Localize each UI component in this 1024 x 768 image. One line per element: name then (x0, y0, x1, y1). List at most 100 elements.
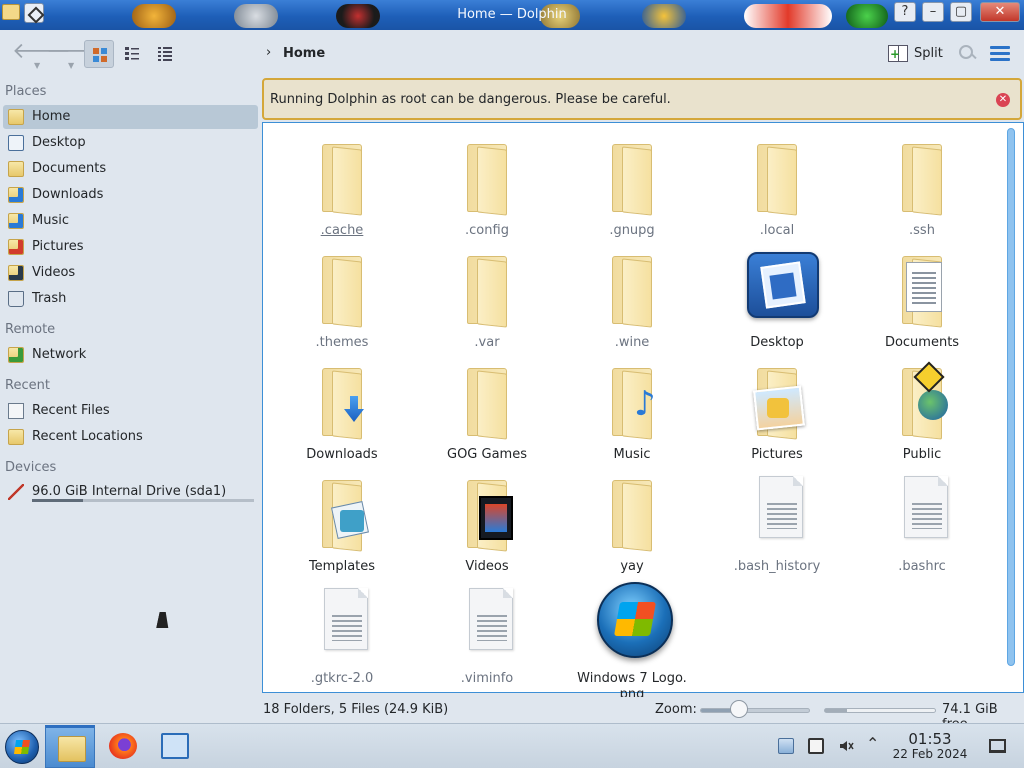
search-button[interactable] (957, 43, 977, 63)
sidebar-item-recent-files[interactable]: Recent Files (3, 399, 258, 423)
recent-files-icon (8, 403, 24, 419)
compact-view-button[interactable] (117, 40, 147, 68)
desktop-icon (747, 248, 819, 328)
start-menu-button[interactable] (5, 730, 39, 764)
icons-view-button[interactable] (84, 40, 114, 68)
file-name: .gnupg (609, 223, 655, 238)
system-settings-icon (161, 733, 189, 759)
text-file-icon (459, 584, 519, 664)
pictures-folder-icon (8, 239, 24, 255)
details-view-button[interactable] (150, 40, 180, 68)
file-name: .ssh (909, 223, 935, 238)
file-item-bash-history[interactable]: .bash_history (712, 466, 842, 574)
sidebar-item-label: Recent Locations (32, 429, 143, 444)
sidebar-item-music[interactable]: Music (3, 209, 258, 233)
sidebar-item-recent-locations[interactable]: Recent Locations (3, 425, 258, 449)
network-folder-icon (8, 347, 24, 363)
sidebar-item-documents[interactable]: Documents (3, 157, 258, 181)
folder-icon (604, 472, 664, 552)
places-panel: Places Home Desktop Documents Downloads … (0, 78, 262, 698)
back-button[interactable]: 🡐 ▼ (12, 41, 71, 71)
file-item-templates[interactable]: Templates (277, 466, 407, 574)
scrollbar-thumb[interactable] (1007, 128, 1015, 666)
file-item-downloads[interactable]: Downloads (277, 354, 407, 462)
breadcrumb[interactable]: Home (283, 46, 325, 61)
file-item-desktop[interactable]: Desktop (712, 242, 842, 350)
tray-expand-icon[interactable]: ⌃ (866, 736, 882, 752)
task-system-settings[interactable] (149, 725, 199, 768)
sidebar-item-pictures[interactable]: Pictures (3, 235, 258, 259)
file-item-music[interactable]: ♪ Music (567, 354, 697, 462)
sidebar-item-label: Network (32, 347, 87, 362)
free-space-fill (825, 709, 847, 712)
clock[interactable]: 01:53 22 Feb 2024 (890, 730, 970, 761)
minimize-button[interactable]: – (922, 2, 944, 22)
breadcrumb-chevron-icon: › (266, 45, 272, 60)
details-view-icon (158, 47, 172, 61)
file-name: Documents (884, 335, 960, 350)
file-item-wine[interactable]: .wine (567, 242, 697, 350)
file-item-config[interactable]: .config (422, 130, 552, 238)
sidebar-item-label: Trash (32, 291, 67, 306)
file-name: yay (620, 559, 644, 574)
firefox-icon (109, 733, 137, 759)
file-item-viminfo[interactable]: .viminfo (422, 578, 552, 686)
file-name: .cache (320, 223, 364, 238)
file-item-yay[interactable]: yay (567, 466, 697, 574)
file-name: Desktop (750, 335, 804, 350)
recent-section-title: Recent (5, 378, 50, 393)
file-item-bashrc[interactable]: .bashrc (857, 466, 987, 574)
sidebar-item-network[interactable]: Network (3, 343, 258, 367)
file-name: .wine (614, 335, 650, 350)
file-item-local[interactable]: .local (712, 130, 842, 238)
sidebar-item-label: Downloads (32, 187, 104, 202)
music-folder-icon (8, 213, 24, 229)
folder-icon (894, 136, 954, 216)
sidebar-item-home[interactable]: Home (3, 105, 258, 129)
file-item-gtkrc-2-0[interactable]: .gtkrc-2.0 (277, 578, 407, 686)
file-item-ssh[interactable]: .ssh (857, 130, 987, 238)
zoom-slider-handle[interactable] (729, 700, 748, 718)
maximize-button[interactable]: ▢ (950, 2, 972, 22)
close-button[interactable]: ✕ (980, 2, 1020, 22)
window-title: Home — Dolphin (457, 7, 567, 22)
folder-videos-icon (459, 472, 519, 552)
help-button[interactable]: ? (894, 2, 916, 22)
folder-music-icon: ♪ (604, 360, 664, 440)
volume-muted-icon[interactable] (838, 738, 854, 754)
toolbar: 🡐▼ 🡒▼ › Home Split (0, 30, 1024, 78)
remote-section-title: Remote (5, 322, 56, 337)
file-item-pictures[interactable]: Pictures (712, 354, 842, 462)
task-dolphin[interactable] (45, 725, 95, 768)
file-item-gog-games[interactable]: GOG Games (422, 354, 552, 462)
title-bar[interactable]: Home — Dolphin ? – ▢ ✕ (0, 0, 1024, 30)
file-item-public[interactable]: Public (857, 354, 987, 462)
zoom-slider[interactable] (700, 708, 810, 713)
hamburger-menu-button[interactable] (990, 46, 1010, 62)
task-firefox[interactable] (97, 725, 147, 768)
file-item-cache[interactable]: .cache (277, 130, 407, 238)
folder-pictures-icon (749, 360, 809, 440)
sidebar-item-trash[interactable]: Trash (3, 287, 258, 311)
file-item-documents[interactable]: Documents (857, 242, 987, 350)
notes-icon[interactable] (808, 738, 824, 754)
dismiss-banner-button[interactable]: ✕ (996, 93, 1010, 107)
sidebar-item-videos[interactable]: Videos (3, 261, 258, 285)
file-name: .bashrc (898, 559, 946, 574)
clock-time: 01:53 (908, 730, 952, 748)
file-name: .themes (315, 335, 369, 350)
clipboard-icon[interactable] (778, 738, 794, 754)
file-item-windows-7-logo-png[interactable]: Windows 7 Logo. png (567, 578, 697, 702)
folder-summary: 18 Folders, 5 Files (24.9 KiB) (263, 702, 449, 717)
file-item-themes[interactable]: .themes (277, 242, 407, 350)
file-item-var[interactable]: .var (422, 242, 552, 350)
file-name: Videos (465, 559, 509, 574)
file-name: .gtkrc-2.0 (310, 671, 374, 686)
sidebar-item-desktop[interactable]: Desktop (3, 131, 258, 155)
file-item-videos[interactable]: Videos (422, 466, 552, 574)
show-desktop-button[interactable] (989, 739, 1006, 753)
videos-folder-icon (8, 265, 24, 281)
sidebar-item-downloads[interactable]: Downloads (3, 183, 258, 207)
forward-button[interactable]: 🡒 ▼ (46, 41, 105, 71)
file-item-gnupg[interactable]: .gnupg (567, 130, 697, 238)
